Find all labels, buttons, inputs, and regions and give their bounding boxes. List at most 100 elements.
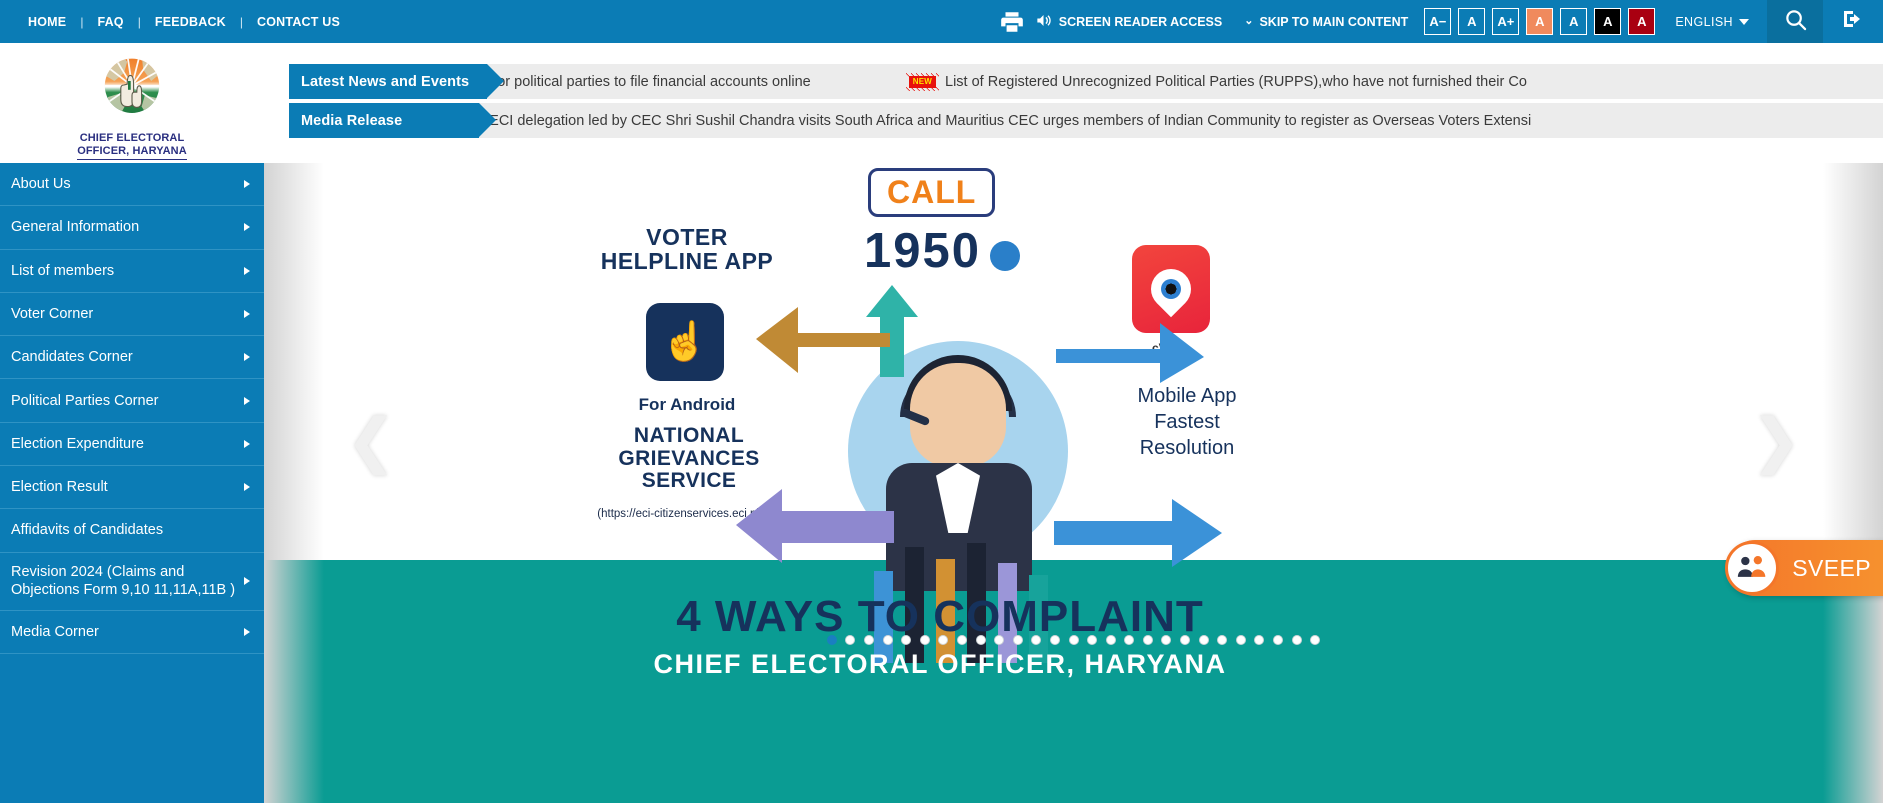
sidebar-item-label: General Information [11, 219, 140, 236]
carousel-prev-button[interactable]: ❮ [346, 411, 396, 471]
carousel-slide-4-ways-to-complaint: CALL 1950 VOTER HELPLINE APP ☝ For Andro… [264, 163, 1883, 803]
sidebar-item-political-parties-corner[interactable]: Political Parties Corner [0, 379, 264, 423]
carousel-dot[interactable] [1310, 635, 1321, 645]
new-badge: NEW [905, 72, 940, 91]
sidebar-item-revision-2024[interactable]: Revision 2024 (Claims and Objections For… [0, 553, 264, 611]
login-button[interactable] [1823, 0, 1883, 43]
voter-helpline-app-subtitle: For Android [638, 395, 736, 414]
login-icon [1841, 7, 1865, 36]
sidebar-item-candidates-corner[interactable]: Candidates Corner [0, 336, 264, 380]
chevron-right-icon [244, 353, 250, 362]
carousel-dot[interactable] [1068, 635, 1079, 645]
carousel-dot[interactable] [901, 635, 912, 645]
brand-line-2: OFFICER, HARYANA [77, 144, 187, 157]
carousel-dot[interactable] [1235, 635, 1246, 645]
carousel-dot[interactable] [1254, 635, 1265, 645]
ticker-label-latest-news[interactable]: Latest News and Events [289, 64, 505, 99]
voter-helpline-app-title: VOTER HELPLINE APP [600, 224, 774, 275]
carousel-dot[interactable] [1124, 635, 1135, 645]
carousel-dot[interactable] [1273, 635, 1284, 645]
carousel-dot[interactable] [956, 635, 967, 645]
carousel-subheadline: CHIEF ELECTORAL OFFICER, HARYANA [653, 649, 1227, 679]
contrast-dark-red-button[interactable]: A [1628, 8, 1656, 35]
carousel-dot[interactable] [1105, 635, 1116, 645]
contrast-default-button[interactable]: A [1560, 8, 1588, 35]
carousel-dot[interactable] [1142, 635, 1153, 645]
chevron-right-icon [244, 266, 250, 275]
agent-head [910, 363, 1006, 467]
arrow-right-blue-icon [1056, 323, 1204, 383]
carousel-dot[interactable] [882, 635, 893, 645]
carousel-dot[interactable] [1198, 635, 1209, 645]
carousel-dot[interactable] [1049, 635, 1060, 645]
news-ticker-area: ote for political parties to file financ… [264, 43, 1883, 163]
sveep-floating-button[interactable]: SVEEP [1725, 540, 1883, 596]
carousel-dot[interactable] [1161, 635, 1172, 645]
chevron-right-icon [244, 223, 250, 232]
font-increase-button[interactable]: A+ [1492, 8, 1520, 35]
sidebar-item-election-result[interactable]: Election Result [0, 466, 264, 510]
topbar-link-contact-us[interactable]: CONTACT US [243, 15, 354, 29]
carousel-dot[interactable] [919, 635, 930, 645]
sidebar-item-label: About Us [11, 176, 71, 193]
font-normal-button[interactable]: A [1458, 8, 1486, 35]
ticker-row-media-release: "ECI delegation led by CEC Shri Sushil C… [264, 103, 1883, 138]
sidebar-item-election-expenditure[interactable]: Election Expenditure [0, 423, 264, 467]
main-sidebar-nav: About Us General Information List of mem… [0, 163, 264, 803]
sidebar-item-label: Election Expenditure [11, 435, 144, 452]
arrow-left-purple-icon [736, 489, 894, 563]
carousel-dot[interactable] [1031, 635, 1042, 645]
screen-reader-access-button[interactable]: SCREEN READER ACCESS [1035, 13, 1222, 31]
sidebar-item-label: Voter Corner [11, 305, 94, 322]
carousel-dot[interactable] [826, 635, 837, 645]
sidebar-item-media-corner[interactable]: Media Corner [0, 611, 264, 654]
carousel-dot[interactable] [1012, 635, 1023, 645]
contrast-orange-button[interactable]: A [1526, 8, 1554, 35]
chevron-double-down-icon: ⌄ [1244, 15, 1254, 27]
chevron-right-icon [244, 180, 250, 189]
language-selector[interactable]: ENGLISH [1675, 15, 1749, 29]
carousel-dot[interactable] [845, 635, 856, 645]
search-button[interactable] [1767, 0, 1823, 43]
sidebar-item-list-of-members[interactable]: List of members [0, 250, 264, 293]
topbar-link-feedback[interactable]: FEEDBACK [141, 15, 240, 29]
ticker-item-text[interactable]: ote for political parties to file financ… [469, 74, 811, 90]
carousel-dot[interactable] [1180, 635, 1191, 645]
sidebar-item-affidavits-of-candidates[interactable]: Affidavits of Candidates [0, 509, 264, 553]
sidebar-item-about-us[interactable]: About Us [0, 163, 264, 207]
carousel-dots [264, 635, 1883, 645]
sidebar-item-label: Revision 2024 (Claims and Objections For… [11, 564, 236, 599]
carousel-dot[interactable] [975, 635, 986, 645]
site-logo-text: CHIEF ELECTORAL OFFICER, HARYANA [77, 132, 187, 160]
site-logo[interactable]: CHIEF ELECTORAL OFFICER, HARYANA [0, 43, 264, 163]
ticker-item-text[interactable]: "ECI delegation led by CEC Shri Sushil C… [484, 113, 1531, 129]
sidebar-item-general-information[interactable]: General Information [0, 206, 264, 250]
sidebar-item-voter-corner[interactable]: Voter Corner [0, 293, 264, 337]
topbar-link-home[interactable]: HOME [14, 15, 80, 29]
carousel-dot[interactable] [938, 635, 949, 645]
carousel-dot[interactable] [863, 635, 874, 645]
arrow-left-brown-icon [756, 307, 890, 373]
chevron-right-icon [244, 577, 250, 586]
carousel-dot[interactable] [994, 635, 1005, 645]
ticker-track-latest-news[interactable]: ote for political parties to file financ… [289, 64, 1883, 99]
carousel-next-button[interactable]: ❯ [1751, 411, 1801, 471]
chevron-right-icon [244, 483, 250, 492]
carousel-dot[interactable] [1087, 635, 1098, 645]
ticker-label-media-release[interactable]: Media Release [289, 103, 496, 138]
printer-icon[interactable] [999, 9, 1035, 35]
contrast-black-button[interactable]: A [1594, 8, 1622, 35]
carousel-dot[interactable] [1291, 635, 1302, 645]
hero-carousel: CALL 1950 VOTER HELPLINE APP ☝ For Andro… [264, 163, 1883, 803]
skip-to-main-content-button[interactable]: ⌄ SKIP TO MAIN CONTENT [1244, 15, 1408, 29]
chevron-right-icon [244, 396, 250, 405]
voter-seal-icon [990, 241, 1020, 271]
topbar-link-faq[interactable]: FAQ [83, 15, 137, 29]
ticker-item-text-2[interactable]: List of Registered Unrecognized Politica… [945, 74, 1527, 90]
font-decrease-button[interactable]: A− [1424, 8, 1452, 35]
ticker-track-media-release[interactable]: "ECI delegation led by CEC Shri Sushil C… [289, 103, 1883, 138]
sidebar-item-label: Affidavits of Candidates [11, 522, 164, 539]
carousel-dot[interactable] [1217, 635, 1228, 645]
location-pin-icon [1142, 260, 1200, 318]
pointing-hand-icon: ☝ [661, 321, 709, 363]
